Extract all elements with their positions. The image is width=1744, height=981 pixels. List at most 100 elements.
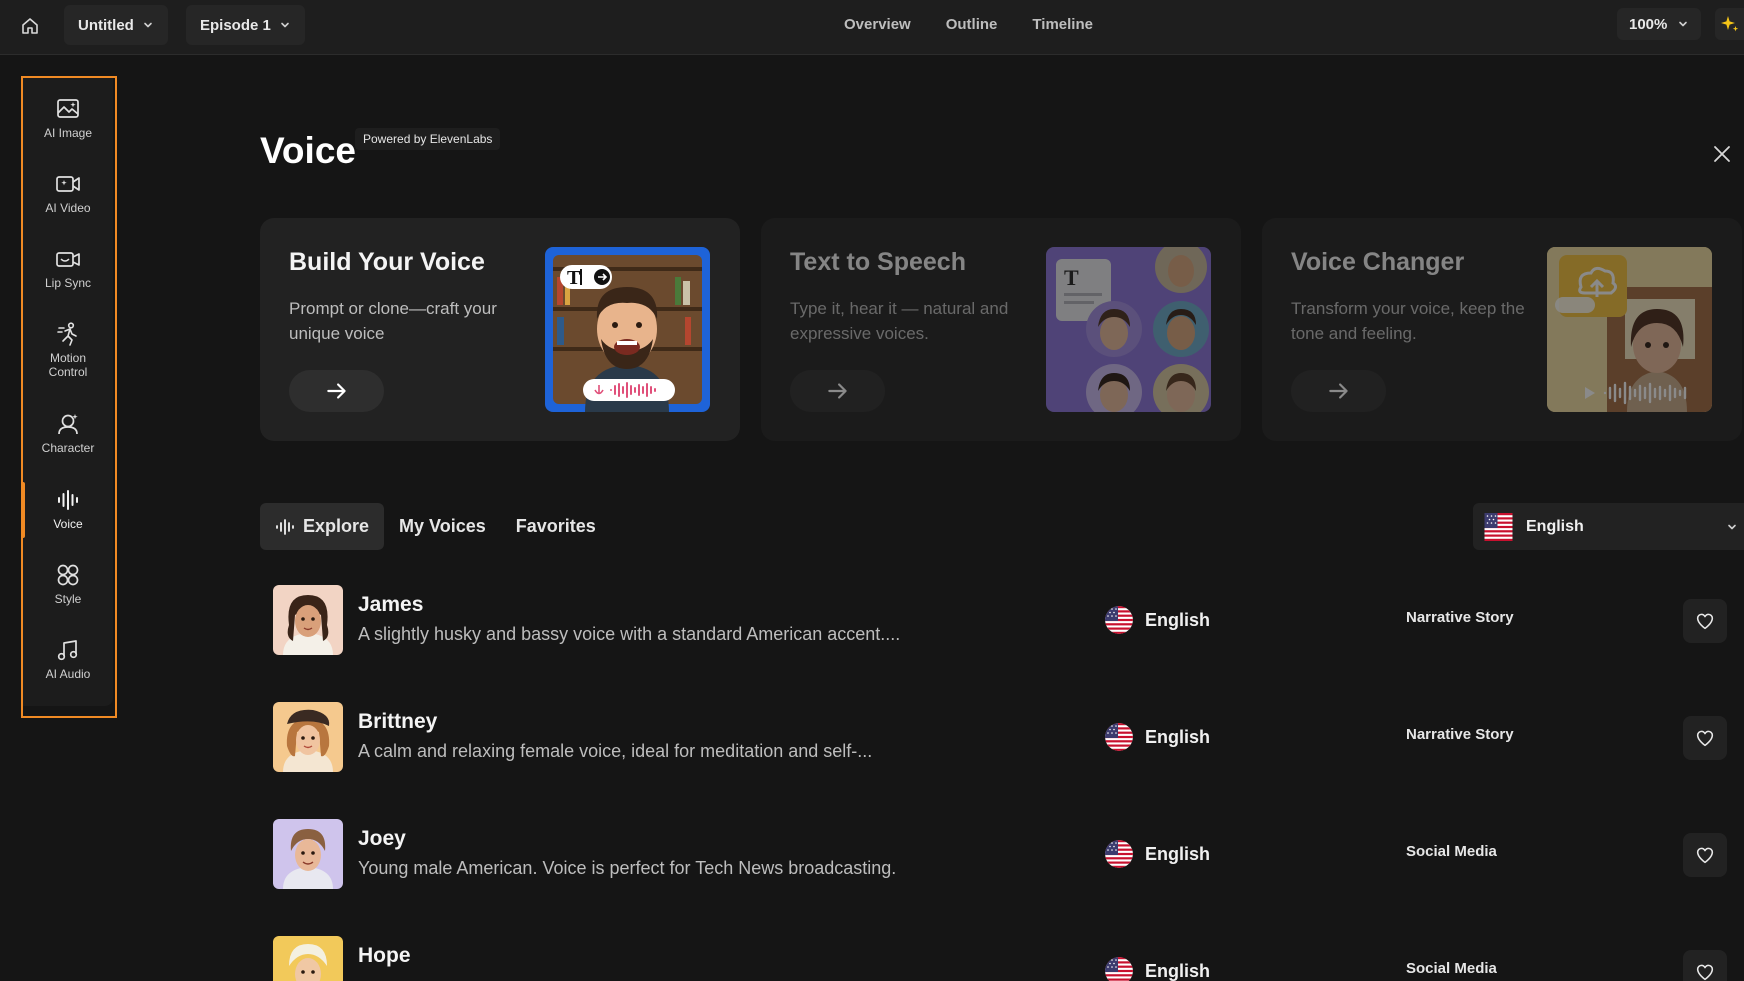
voice-language: English xyxy=(1105,606,1210,634)
voice-row[interactable]: James A slightly husky and bassy voice w… xyxy=(273,585,1744,657)
us-flag-icon xyxy=(1483,513,1514,541)
sidebar-item-character[interactable]: Character xyxy=(23,411,113,455)
us-flag-icon xyxy=(1105,840,1133,868)
favorite-button[interactable] xyxy=(1683,599,1727,643)
heart-icon xyxy=(1694,844,1716,866)
heart-icon xyxy=(1694,727,1716,749)
chevron-down-icon xyxy=(1677,18,1689,30)
character-icon xyxy=(58,414,78,435)
sidebar-item-lip-sync[interactable]: Lip Sync xyxy=(23,246,113,290)
avatar xyxy=(273,936,343,981)
card-description: Type it, hear it — natural and expressiv… xyxy=(790,299,1009,343)
top-bar: Untitled Episode 1 Overview Outline Time… xyxy=(0,0,1744,55)
card-arrow-button[interactable] xyxy=(1291,370,1386,412)
voice-language-label: English xyxy=(1145,609,1211,630)
favorite-button[interactable] xyxy=(1683,716,1727,760)
tab-label: Favorites xyxy=(515,516,596,536)
sidebar-item-motion-control[interactable]: Motion Control xyxy=(23,321,113,380)
text-to-speech-illustration: T xyxy=(1046,247,1211,412)
ai-image-icon xyxy=(57,99,79,118)
sidebar-item-label: AI Video xyxy=(45,201,91,215)
tab-outline[interactable]: Outline xyxy=(946,16,998,33)
ai-sparkle-button[interactable] xyxy=(1715,8,1744,40)
us-flag-icon xyxy=(1105,723,1133,751)
tab-overview[interactable]: Overview xyxy=(844,16,911,33)
sidebar-item-ai-audio[interactable]: AI Audio xyxy=(23,637,113,681)
us-flag-icon xyxy=(1105,606,1133,634)
powered-by-badge: Powered by ElevenLabs xyxy=(355,128,501,150)
voice-language: English xyxy=(1105,957,1210,981)
sidebar-item-label: Motion Control xyxy=(48,351,88,380)
avatar xyxy=(273,702,343,772)
sidebar-item-voice[interactable]: Voice xyxy=(23,487,113,531)
voice-category: Narrative Story xyxy=(1406,726,1514,743)
language-select[interactable]: English xyxy=(1473,503,1744,550)
ai-video-icon xyxy=(56,176,80,192)
voice-changer-illustration xyxy=(1547,247,1712,412)
voice-language-label: English xyxy=(1145,960,1211,981)
sidebar-item-style[interactable]: Style xyxy=(23,562,113,606)
sidebar-item-ai-image[interactable]: AI Image xyxy=(23,96,113,140)
sidebar-item-label: Style xyxy=(54,592,82,606)
voice-category: Social Media xyxy=(1406,843,1497,860)
close-button[interactable] xyxy=(1710,142,1734,166)
arrow-right-icon xyxy=(1326,378,1352,404)
us-flag-icon xyxy=(1105,957,1133,981)
tab-favorites[interactable]: Favorites xyxy=(501,503,611,550)
voice-row[interactable]: Joey Young male American. Voice is perfe… xyxy=(273,819,1744,891)
tab-explore[interactable]: Explore xyxy=(260,503,385,550)
chevron-down-icon xyxy=(1726,521,1738,533)
sidebar-item-label: Lip Sync xyxy=(44,276,92,290)
tab-label: Explore xyxy=(303,516,370,536)
voice-name: James xyxy=(358,593,424,616)
text-to-speech-card[interactable]: Text to Speech Type it, hear it — natura… xyxy=(761,218,1241,441)
sidebar-item-ai-video[interactable]: AI Video xyxy=(23,171,113,215)
sidebar-item-label: Character xyxy=(41,441,95,455)
home-icon xyxy=(22,18,38,34)
sidebar-panel: AI Image AI Video Lip Sync Motion Contro… xyxy=(21,78,113,706)
arrow-right-icon xyxy=(825,378,851,404)
home-button[interactable] xyxy=(16,12,44,40)
sparkle-icon xyxy=(1720,16,1738,32)
favorite-button[interactable] xyxy=(1683,833,1727,877)
project-dropdown[interactable]: Untitled xyxy=(64,5,168,45)
voice-row[interactable]: Hope English Social Media xyxy=(273,936,1744,981)
style-icon xyxy=(57,564,79,586)
chevron-down-icon xyxy=(142,19,154,31)
voice-category: Narrative Story xyxy=(1406,609,1514,626)
card-title: Text to Speech xyxy=(790,248,966,276)
voice-name: Brittney xyxy=(358,710,438,733)
avatar xyxy=(273,819,343,889)
card-arrow-button[interactable] xyxy=(790,370,885,412)
voice-description: A slightly husky and bassy voice with a … xyxy=(358,624,901,644)
favorite-button[interactable] xyxy=(1683,950,1727,981)
voice-language-label: English xyxy=(1145,843,1211,864)
voice-description: A calm and relaxing female voice, ideal … xyxy=(358,741,873,761)
voice-changer-card[interactable]: Voice Changer Transform your voice, keep… xyxy=(1262,218,1742,441)
voice-name: Hope xyxy=(358,944,411,967)
card-description: Transform your voice, keep the tone and … xyxy=(1291,299,1525,343)
voice-language: English xyxy=(1105,840,1210,868)
motion-control-icon xyxy=(57,322,77,346)
zoom-dropdown[interactable]: 100% xyxy=(1617,8,1702,40)
svg-text:T: T xyxy=(567,267,581,289)
card-title: Build Your Voice xyxy=(289,248,485,276)
card-arrow-button[interactable] xyxy=(289,370,384,412)
waveform-icon xyxy=(276,518,294,535)
voice-category: Social Media xyxy=(1406,960,1497,977)
voice-icon xyxy=(58,490,78,510)
episode-dropdown[interactable]: Episode 1 xyxy=(186,5,305,45)
episode-label: Episode 1 xyxy=(200,16,271,34)
heart-icon xyxy=(1694,961,1716,981)
zoom-label: 100% xyxy=(1629,15,1668,33)
voice-row[interactable]: Brittney A calm and relaxing female voic… xyxy=(273,702,1744,774)
tab-my-voices[interactable]: My Voices xyxy=(384,503,501,550)
close-icon xyxy=(1714,146,1730,162)
card-description: Prompt or clone—craft your unique voice xyxy=(289,299,497,343)
top-nav: Overview Outline Timeline xyxy=(844,0,1093,48)
tab-label: My Voices xyxy=(399,516,486,536)
page-title: Voice xyxy=(260,130,356,171)
build-voice-card[interactable]: Build Your Voice Prompt or clone—craft y… xyxy=(260,218,740,441)
language-select-value: English xyxy=(1526,517,1584,535)
tab-timeline[interactable]: Timeline xyxy=(1032,16,1093,33)
